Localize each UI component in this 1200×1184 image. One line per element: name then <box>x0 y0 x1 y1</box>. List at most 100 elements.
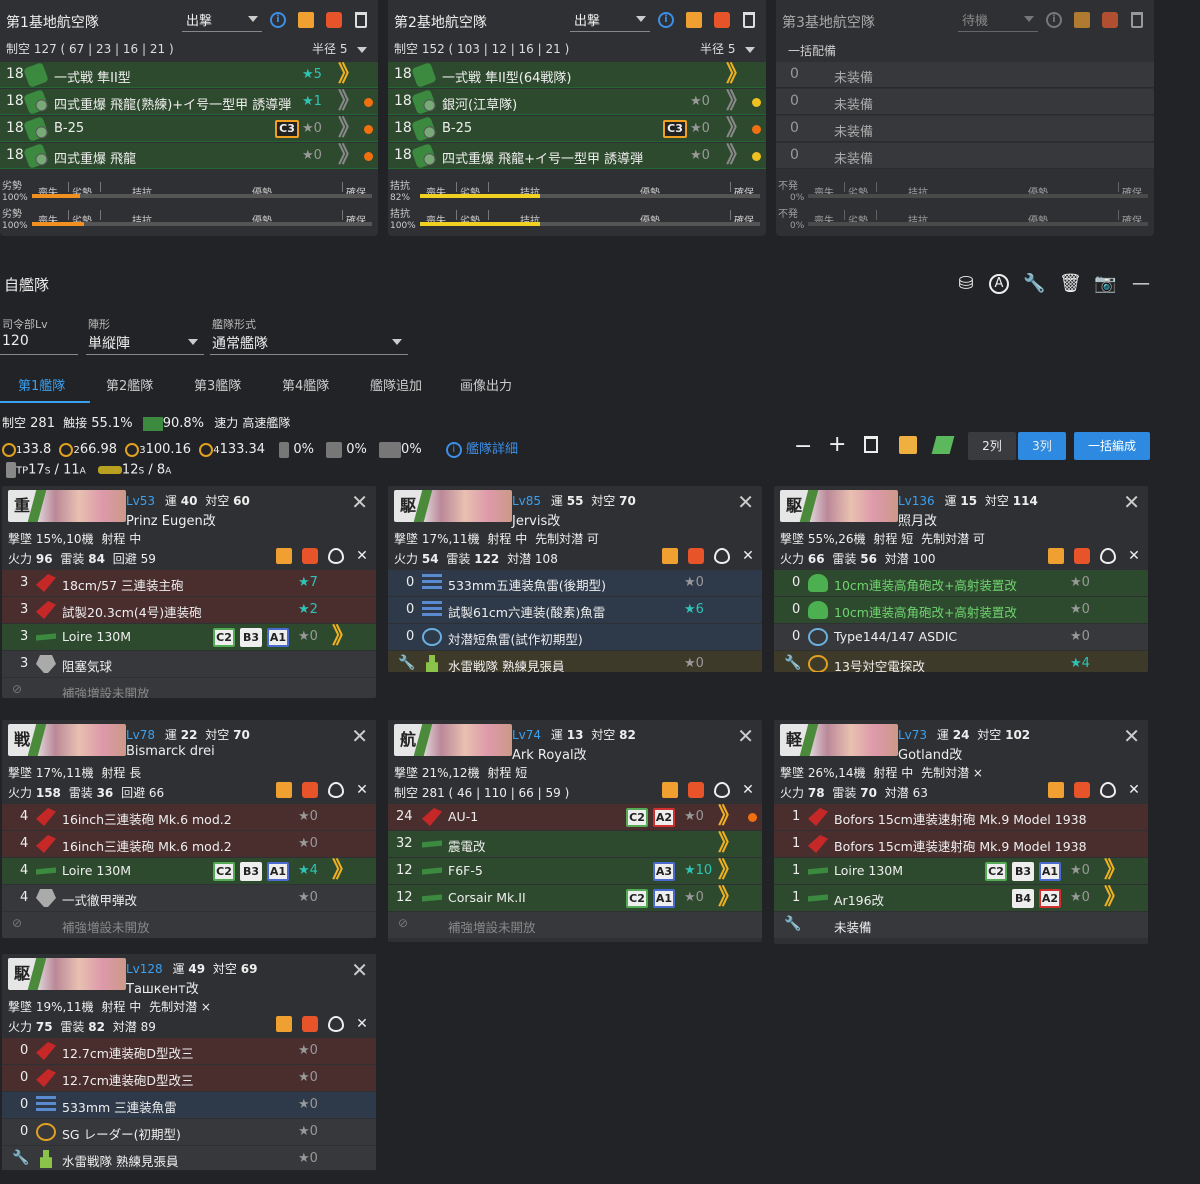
ship-level[interactable]: Lv85 <box>512 494 541 508</box>
ship-name[interactable]: Gotland改 <box>898 744 962 763</box>
airbase-slot[interactable]: 18 一式戦 隼II型(64戦隊) 》 <box>388 62 766 88</box>
airbase-slot[interactable]: 18 四式重爆 飛龍+イ号一型甲 誘導弾 ★0 》 <box>388 143 766 169</box>
equipment-slot[interactable]: ⊘ 補強増設未開放 <box>388 912 762 938</box>
ship-level[interactable]: Lv136 <box>898 494 935 508</box>
toolbox-icon[interactable] <box>302 1016 318 1032</box>
toolbox-icon[interactable] <box>326 12 342 28</box>
toolbox-icon[interactable] <box>714 12 730 28</box>
two-column-button[interactable]: 2列 <box>968 432 1016 460</box>
clipboard-icon[interactable] <box>298 12 314 28</box>
eye-icon[interactable] <box>714 548 730 564</box>
toolbox-icon[interactable] <box>688 782 704 798</box>
clipboard-icon[interactable] <box>276 782 292 798</box>
equipment-slot[interactable]: 1 Ar196改 B4 A2 ★0 》 <box>774 885 1148 911</box>
airbase-slot[interactable]: 18 銀河(江草隊) ★0 》 <box>388 89 766 115</box>
ship-banner[interactable]: 駆 <box>394 490 512 522</box>
close-icon[interactable]: ✕ <box>1123 492 1140 512</box>
ship-banner[interactable]: 駆 <box>780 490 898 522</box>
toolbox-icon[interactable] <box>302 782 318 798</box>
ship-name[interactable]: Jervis改 <box>512 510 560 529</box>
auto-icon[interactable]: A <box>989 274 1009 294</box>
airbase-range-select[interactable]: 半径 5 <box>312 40 368 57</box>
equipment-slot[interactable]: 4 16inch三連装砲 Mk.6 mod.2 ★0 <box>2 804 376 830</box>
airbase-mode-select[interactable]: 出撃 <box>182 10 262 32</box>
clipboard-icon[interactable] <box>1048 782 1064 798</box>
info-icon[interactable]: i <box>270 12 286 28</box>
clipboard-icon[interactable] <box>1048 548 1064 564</box>
close-icon[interactable]: ✕ <box>351 960 368 980</box>
equipment-slot[interactable]: 12 Corsair Mk.II C2 A1 ★0 》 <box>388 885 762 911</box>
trash-icon[interactable]: 🗑 <box>1059 274 1082 294</box>
ship-name[interactable]: Bismarck drei <box>126 744 215 759</box>
eye-icon[interactable] <box>714 782 730 798</box>
clipboard-icon[interactable] <box>686 12 702 28</box>
edit-icon[interactable] <box>899 436 917 454</box>
airbase-slot[interactable]: 18 四式重爆 飛龍(熟練)+イ号一型甲 誘導弾 ★1 》 <box>0 89 378 115</box>
equipment-slot[interactable]: 3 18cm/57 三連装主砲 ★7 <box>2 570 376 596</box>
equipment-slot[interactable]: 1 Bofors 15cm連装速射砲 Mk.9 Model 1938 <box>774 804 1148 830</box>
close-icon[interactable]: ✕ <box>354 782 370 798</box>
close-icon[interactable]: ✕ <box>740 548 756 564</box>
eye-icon[interactable] <box>328 548 344 564</box>
bookmark-icon[interactable] <box>931 436 955 454</box>
clipboard-icon[interactable] <box>276 548 292 564</box>
airbase-range-select[interactable]: 半径 5 <box>700 40 756 57</box>
airbase-slot[interactable]: 0 未装備 <box>776 143 1154 169</box>
close-icon[interactable]: ✕ <box>1126 548 1142 564</box>
equipment-slot[interactable]: 0 10cm連装高角砲改+高射装置改 ★0 <box>774 597 1148 623</box>
fleet-type-select[interactable]: 通常艦隊 <box>210 333 408 355</box>
tab-fleet-2[interactable]: 第2艦隊 <box>106 375 153 394</box>
equipment-slot[interactable]: 0 12.7cm連装砲D型改三 ★0 <box>2 1065 376 1091</box>
equipment-slot[interactable]: 12 F6F-5 A3 ★10 》 <box>388 858 762 884</box>
close-icon[interactable]: ✕ <box>737 726 754 746</box>
fleet-detail-link[interactable]: 艦隊詳細 <box>466 442 518 457</box>
plus-icon[interactable]: + <box>828 432 846 457</box>
clipboard-icon[interactable] <box>1074 12 1090 28</box>
minimize-icon[interactable]: — <box>1130 274 1152 294</box>
toolbox-icon[interactable] <box>302 548 318 564</box>
trash-icon[interactable] <box>743 12 755 28</box>
equipment-slot[interactable]: ⊘ 補強増設未開放 <box>2 912 376 938</box>
airbase-slot[interactable]: 0 未装備 <box>776 89 1154 115</box>
equipment-slot[interactable]: 3 Loire 130M C2 B3 A1 ★0 》 <box>2 624 376 650</box>
eye-icon[interactable] <box>328 1016 344 1032</box>
eye-icon[interactable] <box>1100 548 1116 564</box>
close-icon[interactable]: ✕ <box>737 492 754 512</box>
equipment-slot[interactable]: 4 一式徹甲弾改 ★0 <box>2 885 376 911</box>
ship-name[interactable]: Ташкент改 <box>126 978 199 997</box>
airbase-mode-select[interactable]: 出撃 <box>570 10 650 32</box>
camera-icon[interactable]: 📷 <box>1094 274 1116 294</box>
tab-image-output[interactable]: 画像出力 <box>460 375 512 394</box>
ship-level[interactable]: Lv73 <box>898 728 927 742</box>
clipboard-icon[interactable] <box>662 548 678 564</box>
close-icon[interactable]: ✕ <box>1123 726 1140 746</box>
info-icon[interactable]: i <box>1046 12 1062 28</box>
close-icon[interactable]: ✕ <box>351 492 368 512</box>
ship-banner[interactable]: 軽 <box>780 724 898 756</box>
ship-level[interactable]: Lv74 <box>512 728 541 742</box>
bulk-compose-button[interactable]: 一括編成 <box>1074 432 1150 460</box>
ship-name[interactable]: 照月改 <box>898 510 937 529</box>
info-icon[interactable]: i <box>445 441 462 458</box>
three-column-button[interactable]: 3列 <box>1018 432 1066 460</box>
minus-icon[interactable]: − <box>794 434 812 459</box>
toolbox-icon[interactable] <box>688 548 704 564</box>
equipment-slot[interactable]: 0 533mm 三連装魚雷 ★0 <box>2 1092 376 1118</box>
equipment-slot[interactable]: 0 10cm連装高角砲改+高射装置改 ★0 <box>774 570 1148 596</box>
wrench-icon[interactable]: 🔧 <box>1023 274 1045 294</box>
airbase-mode-select[interactable]: 待機 <box>958 10 1038 32</box>
equipment-slot[interactable]: 0 対潜短魚雷(試作初期型) <box>388 624 762 650</box>
equipment-slot[interactable]: ⊘ 補強増設未開放 <box>2 678 376 698</box>
close-icon[interactable]: ✕ <box>351 726 368 746</box>
eye-icon[interactable] <box>1100 782 1116 798</box>
equipment-slot[interactable]: 0 Type144/147 ASDIC ★0 <box>774 624 1148 650</box>
ship-banner[interactable]: 重 <box>8 490 126 522</box>
equipment-slot[interactable]: 32 震電改 》 <box>388 831 762 857</box>
database-icon[interactable]: ⛁ <box>955 274 977 294</box>
ship-name[interactable]: Prinz Eugen改 <box>126 510 216 529</box>
equipment-slot[interactable]: 0 試製61cm六連装(酸素)魚雷 ★6 <box>388 597 762 623</box>
toolbox-icon[interactable] <box>1074 548 1090 564</box>
airbase-slot[interactable]: 18 B-25 C3 ★0 》 <box>388 116 766 142</box>
close-icon[interactable]: ✕ <box>354 548 370 564</box>
ship-name[interactable]: Ark Royal改 <box>512 744 587 763</box>
